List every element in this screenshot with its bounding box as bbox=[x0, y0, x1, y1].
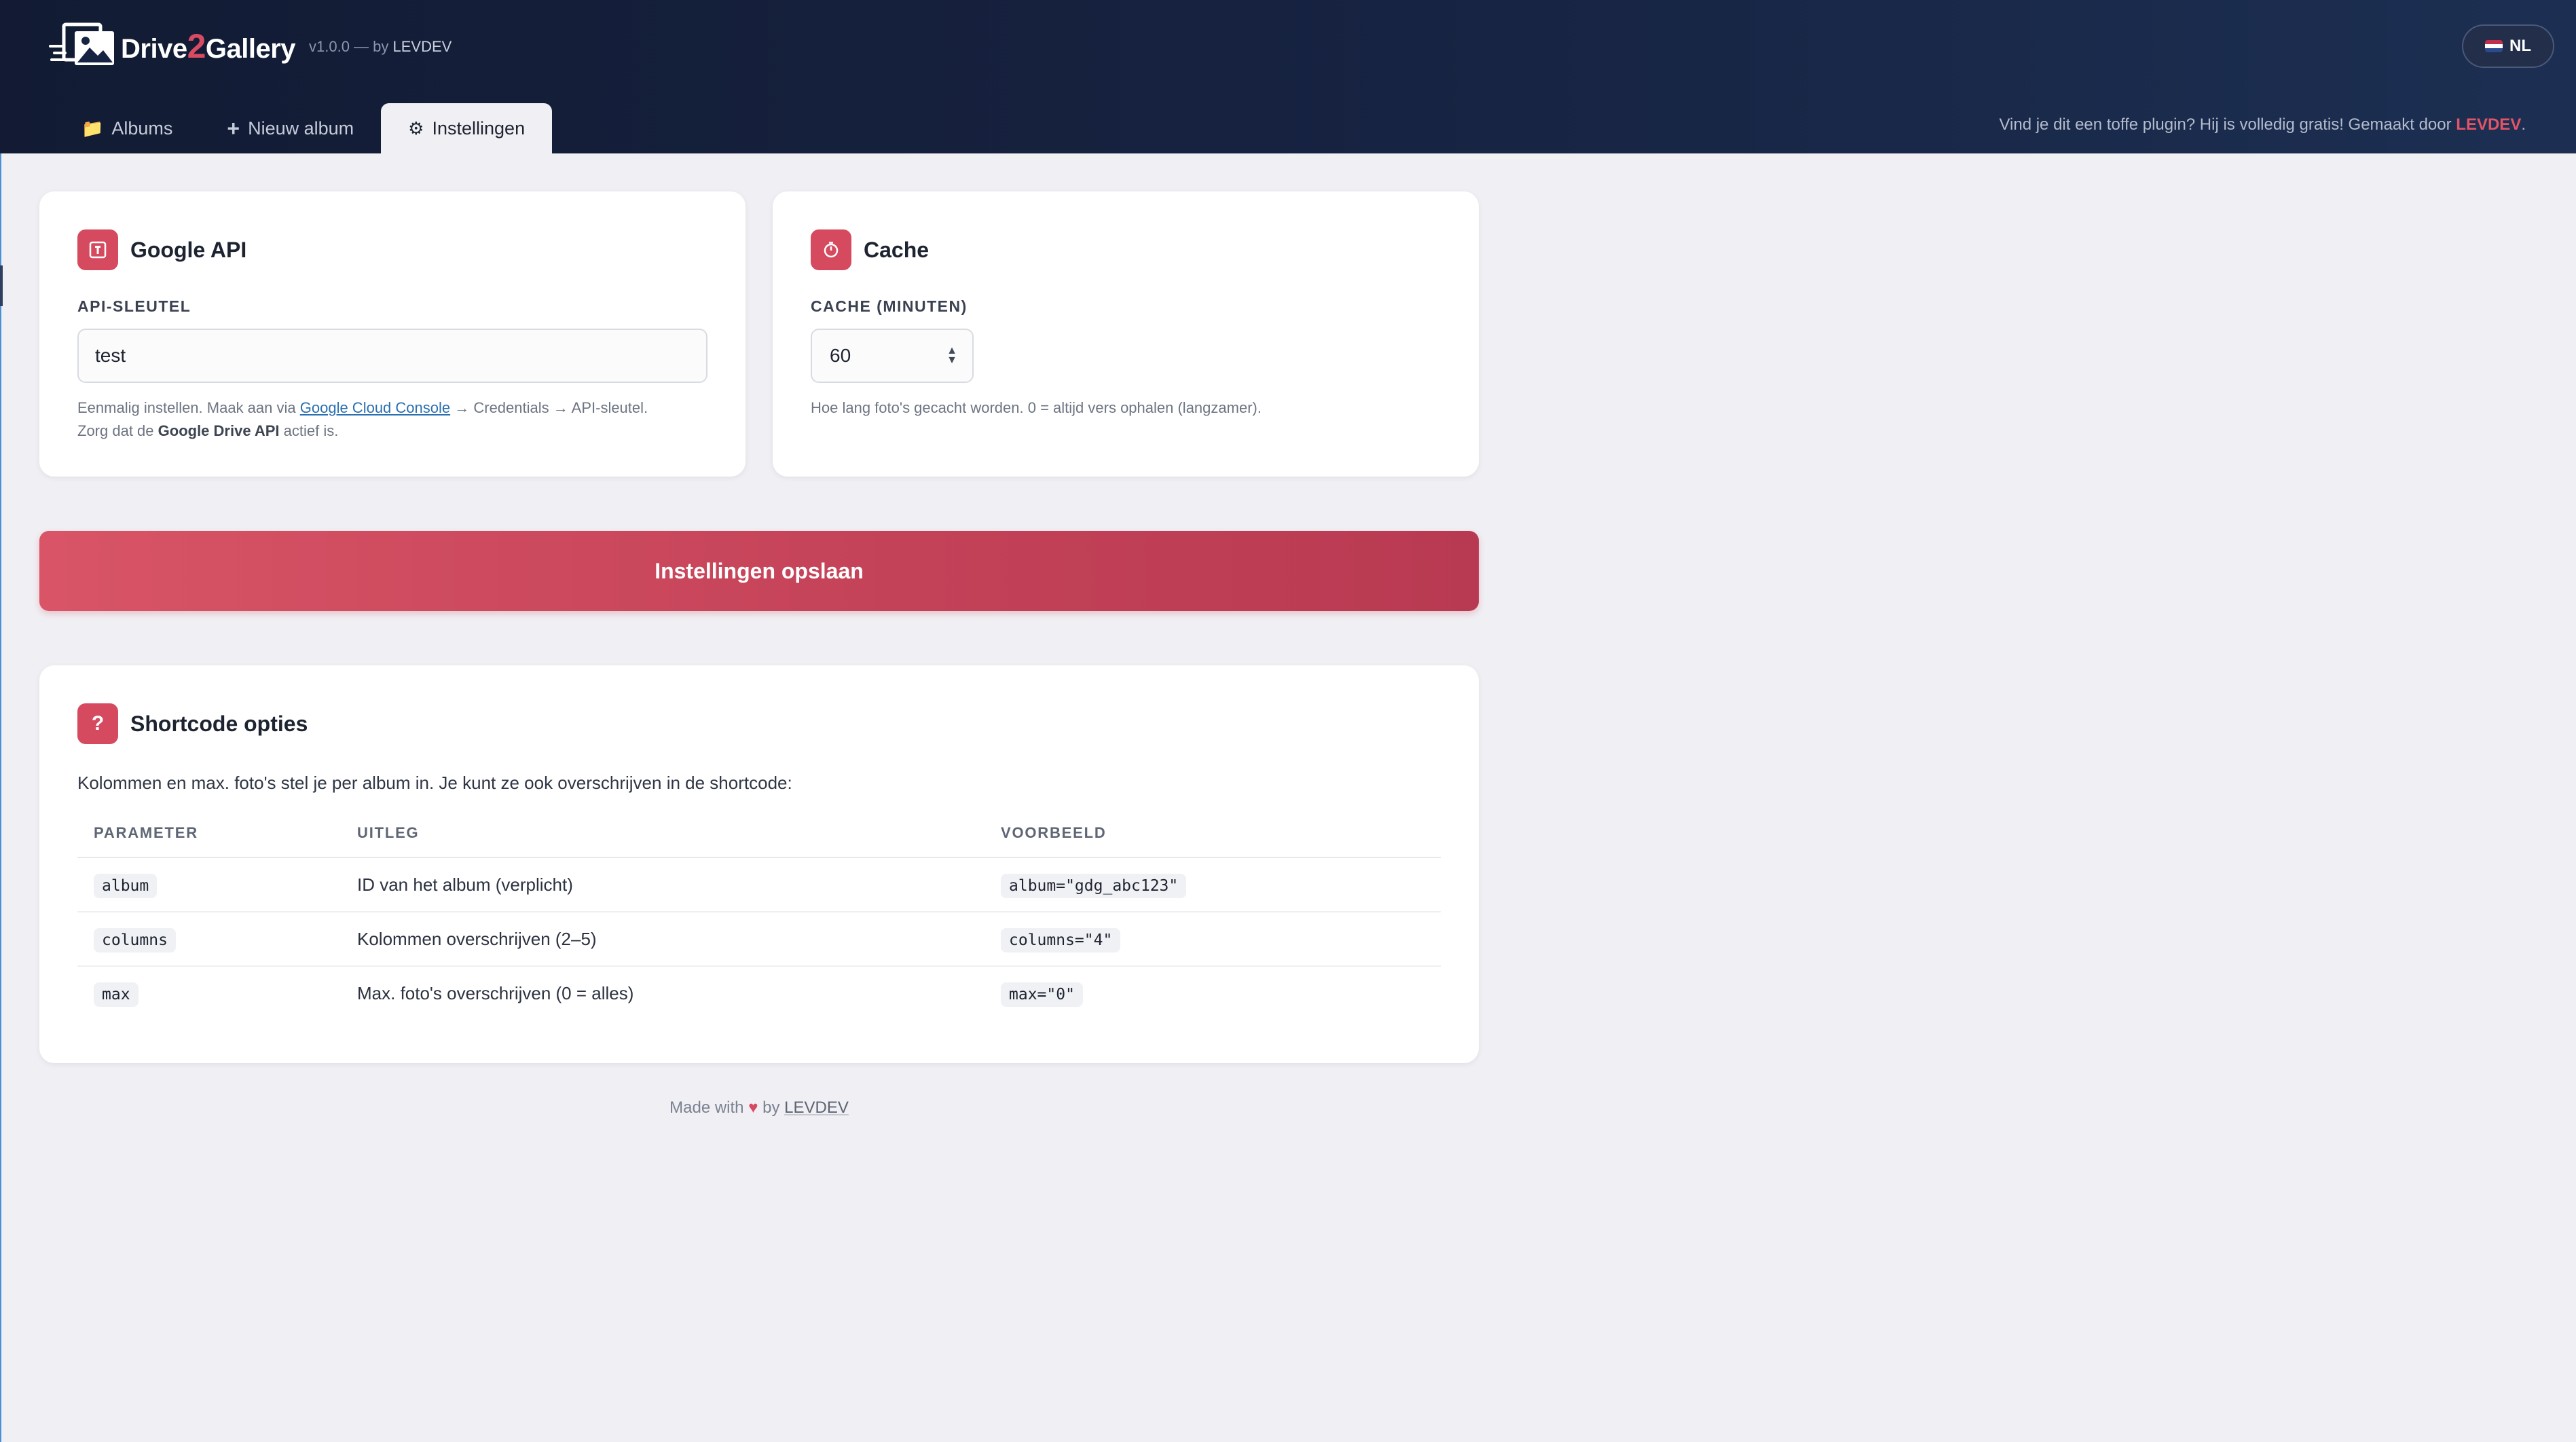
example-code: album="gdg_abc123" bbox=[1001, 873, 1187, 898]
admin-left-edge bbox=[0, 153, 3, 1442]
promo-author-link[interactable]: LEVDEV bbox=[2456, 115, 2521, 134]
promo-text: Vind je dit een toffe plugin? Hij is vol… bbox=[1999, 115, 2526, 134]
param-cell: max bbox=[77, 966, 341, 1020]
gear-icon: ⚙ bbox=[408, 117, 424, 138]
chevron-down-icon[interactable]: ▼ bbox=[946, 355, 957, 366]
google-cloud-console-link[interactable]: Google Cloud Console bbox=[300, 399, 450, 416]
promo-end: . bbox=[2521, 115, 2526, 134]
app-name: Drive2Gallery bbox=[121, 26, 296, 66]
shortcode-title: Shortcode opties bbox=[130, 711, 308, 736]
plus-icon: + bbox=[227, 115, 240, 141]
app-name-part3: Gallery bbox=[205, 34, 296, 64]
shortcode-card-header: ? Shortcode opties bbox=[77, 703, 308, 744]
desc-cell: ID van het album (verplicht) bbox=[341, 857, 985, 912]
cache-card: Cache CACHE (MINUTEN) 60 ▲ ▼ Hoe lang fo… bbox=[773, 191, 1479, 477]
table-header-row: PARAMETER UITLEG VOORBEELD bbox=[77, 809, 1441, 858]
netherlands-flag-icon bbox=[2485, 40, 2503, 52]
admin-header: Drive2Gallery v1.0.0 — by LEVDEV NL 📁 Al… bbox=[0, 0, 2576, 153]
scroll-marker bbox=[0, 265, 3, 306]
version-author: LEVDEV bbox=[392, 38, 452, 55]
desc-cell: Kolommen overschrijven (2–5) bbox=[341, 912, 985, 967]
folder-icon: 📁 bbox=[81, 117, 104, 138]
table-row: album ID van het album (verplicht) album… bbox=[77, 857, 1441, 912]
header-uitleg: UITLEG bbox=[341, 809, 985, 858]
gallery-logo-icon bbox=[49, 22, 114, 65]
app-name-part2: 2 bbox=[187, 27, 206, 65]
example-cell: columns="4" bbox=[985, 912, 1441, 967]
api-help-mid: → Credentials → API-sleutel. bbox=[454, 399, 648, 416]
language-code: NL bbox=[2509, 37, 2531, 55]
header-parameter: PARAMETER bbox=[77, 809, 341, 858]
api-key-help: Eenmalig instellen. Maak aan via Google … bbox=[77, 396, 648, 443]
cache-minutes-label: CACHE (MINUTEN) bbox=[811, 297, 968, 315]
question-icon: ? bbox=[77, 703, 118, 744]
footer-made-with: Made with bbox=[669, 1098, 744, 1117]
desc-cell: Max. foto's overschrijven (0 = alles) bbox=[357, 982, 634, 1003]
google-api-card-header: Google API bbox=[77, 229, 246, 270]
language-switcher[interactable]: NL bbox=[2462, 24, 2554, 68]
tab-settings-label: Instellingen bbox=[432, 117, 526, 138]
google-api-title: Google API bbox=[130, 237, 247, 262]
example-cell: album="gdg_abc123" bbox=[985, 857, 1441, 912]
param-code: columns bbox=[94, 927, 176, 953]
app-name-part1: Drive bbox=[121, 34, 187, 64]
promo-message: Vind je dit een toffe plugin? Hij is vol… bbox=[1999, 115, 2452, 134]
param-code: max bbox=[94, 982, 139, 1007]
version-label: v1.0.0 — by LEVDEV bbox=[309, 38, 452, 56]
api-key-input[interactable] bbox=[77, 329, 707, 383]
cache-title: Cache bbox=[864, 237, 930, 262]
timer-icon bbox=[811, 229, 851, 270]
shortcode-description: Kolommen en max. foto's stel je per albu… bbox=[77, 773, 792, 793]
table-row: max Max. foto's overschrijven (0 = alles… bbox=[77, 966, 1441, 1020]
table-row: columns Kolommen overschrijven (2–5) col… bbox=[77, 912, 1441, 967]
save-settings-button[interactable]: Instellingen opslaan bbox=[39, 531, 1479, 611]
param-cell: columns bbox=[77, 912, 341, 967]
heart-icon: ♥ bbox=[748, 1098, 758, 1117]
api-help-pre: Eenmalig instellen. Maak aan via bbox=[77, 399, 296, 416]
tab-bar: 📁 Albums + Nieuw album ⚙ Instellingen bbox=[54, 103, 553, 153]
tab-new-album[interactable]: + Nieuw album bbox=[200, 103, 381, 153]
api-help-drive-api: Google Drive API bbox=[158, 422, 280, 439]
api-help-line2-post: actief is. bbox=[283, 422, 339, 439]
footer-by: by bbox=[762, 1098, 780, 1117]
tab-settings[interactable]: ⚙ Instellingen bbox=[381, 103, 553, 153]
param-code: album bbox=[94, 873, 158, 898]
cache-help: Hoe lang foto's gecacht worden. 0 = alti… bbox=[811, 399, 1262, 416]
key-icon bbox=[77, 229, 118, 270]
footer: Made with ♥ by LEVDEV bbox=[0, 1098, 1518, 1117]
version-text: v1.0.0 — by bbox=[309, 38, 389, 55]
brand: Drive2Gallery bbox=[49, 19, 296, 73]
api-help-line2-pre: Zorg dat de bbox=[77, 422, 154, 439]
cache-minutes-value: 60 bbox=[830, 345, 851, 366]
header-voorbeeld: VOORBEELD bbox=[985, 809, 1441, 858]
param-cell: album bbox=[77, 857, 341, 912]
example-cell: max="0" bbox=[985, 966, 1441, 1020]
example-code: max="0" bbox=[1001, 982, 1083, 1007]
tab-albums-label: Albums bbox=[111, 117, 173, 138]
footer-author-link[interactable]: LEVDEV bbox=[784, 1098, 849, 1117]
shortcode-table: PARAMETER UITLEG VOORBEELD album ID van … bbox=[77, 809, 1441, 1020]
api-key-label: API-SLEUTEL bbox=[77, 297, 191, 315]
tab-albums[interactable]: 📁 Albums bbox=[54, 103, 200, 153]
tab-new-album-label: Nieuw album bbox=[248, 117, 354, 138]
shortcode-card: ? Shortcode opties Kolommen en max. foto… bbox=[39, 665, 1479, 1063]
cache-minutes-input[interactable]: 60 ▲ ▼ bbox=[811, 329, 974, 383]
cache-card-header: Cache bbox=[811, 229, 929, 270]
google-api-card: Google API API-SLEUTEL Eenmalig instelle… bbox=[39, 191, 746, 477]
example-code: columns="4" bbox=[1001, 927, 1121, 953]
number-stepper[interactable]: ▲ ▼ bbox=[946, 346, 957, 366]
